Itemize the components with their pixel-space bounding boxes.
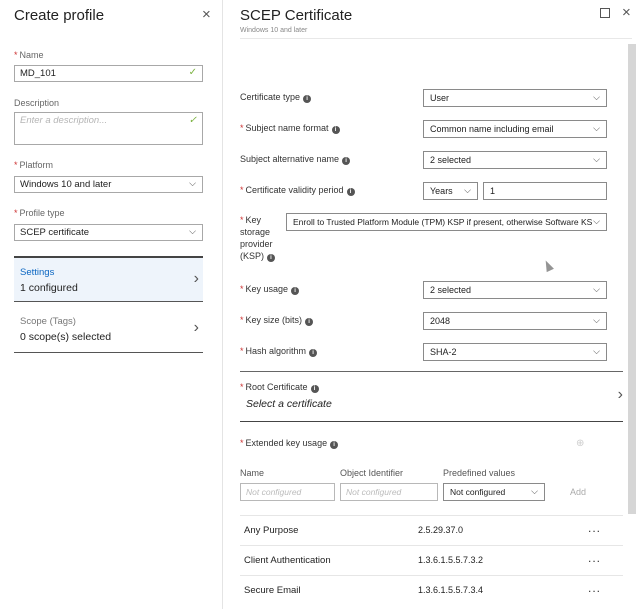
validity-period-label: * Certificate validity period i — [240, 185, 355, 196]
nav-item-scope-tags[interactable]: Scope (Tags) 0 scope(s) selected › — [14, 307, 203, 353]
eku-predefined-select[interactable]: Not configured ⌵ — [443, 483, 545, 501]
check-icon: ✓ — [188, 67, 197, 78]
chevron-down-icon: ⌵ — [593, 315, 600, 325]
key-usage-label: * Key usage i — [240, 284, 300, 295]
info-icon[interactable]: i — [303, 95, 312, 103]
header-divider — [240, 38, 632, 39]
check-icon: ✓ — [188, 115, 197, 126]
info-icon[interactable]: i — [330, 441, 339, 449]
settings-title: Settings — [20, 267, 55, 278]
profile-type-label: * Profile type — [14, 208, 65, 218]
column-header-oid: Object Identifier — [340, 468, 404, 478]
hash-algorithm-label: * Hash algorithm i — [240, 346, 318, 357]
create-profile-title: Create profile — [14, 7, 105, 24]
eku-row-name: Secure Email — [244, 585, 301, 596]
chevron-down-icon: ⌵ — [593, 154, 600, 164]
settings-status: 1 configured — [20, 282, 78, 294]
scope-status: 0 scope(s) selected — [20, 331, 112, 343]
key-size-select[interactable]: 2048 ⌵ — [423, 312, 607, 330]
more-icon[interactable]: ... — [588, 551, 601, 565]
info-icon[interactable]: i — [310, 385, 319, 393]
scope-title: Scope (Tags) — [20, 316, 76, 327]
close-icon[interactable]: × — [622, 4, 631, 21]
eku-row-oid: 1.3.6.1.5.5.7.3.2 — [418, 555, 484, 565]
eku-row-name: Client Authentication — [244, 555, 331, 566]
platform-label: * Platform — [14, 160, 54, 170]
maximize-icon[interactable] — [600, 8, 610, 18]
table-row: Any Purpose 2.5.29.37.0 ... — [240, 515, 623, 545]
create-profile-blade: Create profile × * Name MD_101 ✓ Descript… — [0, 0, 223, 609]
hash-algorithm-select[interactable]: SHA-2 ⌵ — [423, 343, 607, 361]
close-icon[interactable]: × — [202, 6, 211, 23]
nav-item-settings[interactable]: Settings 1 configured › — [14, 256, 203, 302]
chevron-right-icon: › — [193, 270, 199, 287]
certificate-type-label: Certificate type i — [240, 92, 312, 103]
name-input[interactable]: MD_101 ✓ — [14, 65, 203, 82]
validity-value-input[interactable]: 1 — [483, 182, 607, 200]
add-eku-button[interactable]: Add — [570, 487, 586, 497]
table-row: Secure Email 1.3.6.1.5.5.7.3.4 ... — [240, 575, 623, 605]
chevron-down-icon: ⌵ — [189, 178, 196, 188]
column-header-name: Name — [240, 468, 265, 478]
name-label: * Name — [14, 50, 44, 60]
chevron-right-icon: › — [193, 319, 199, 336]
scep-certificate-blade: SCEP Certificate Windows 10 and later × … — [224, 0, 640, 609]
scep-certificate-title: SCEP Certificate — [240, 7, 353, 24]
table-row: Client Authentication 1.3.6.1.5.5.7.3.2 … — [240, 545, 623, 575]
chevron-down-icon: ⌵ — [593, 284, 600, 294]
subject-name-format-select[interactable]: Common name including email ⌵ — [423, 120, 607, 138]
scrollbar[interactable] — [628, 44, 636, 514]
info-icon[interactable]: i — [309, 349, 318, 357]
eku-row-oid: 1.3.6.1.5.5.7.3.4 — [418, 585, 484, 595]
info-icon[interactable]: i — [267, 254, 276, 262]
subject-alternative-name-select[interactable]: 2 selected ⌵ — [423, 151, 607, 169]
mouse-cursor-icon — [542, 258, 554, 273]
eku-row-name: Any Purpose — [244, 525, 299, 536]
description-label: Description — [14, 98, 60, 108]
description-textarea[interactable]: Enter a description... ✓ — [14, 112, 203, 145]
info-icon[interactable]: i — [346, 188, 355, 196]
more-icon[interactable]: ... — [588, 581, 601, 595]
info-icon[interactable]: i — [291, 287, 300, 295]
chevron-down-icon: ⌵ — [593, 346, 600, 356]
chevron-down-icon: ⌵ — [189, 226, 196, 236]
subject-name-format-label: * Subject name format i — [240, 123, 340, 134]
platform-select[interactable]: Windows 10 and later ⌵ — [14, 176, 203, 193]
chevron-down-icon: ⌵ — [593, 92, 600, 102]
scep-certificate-subtitle: Windows 10 and later — [240, 27, 308, 34]
faded-icon: ⊕ — [576, 438, 585, 449]
ksp-select[interactable]: Enroll to Trusted Platform Module (TPM) … — [286, 213, 607, 231]
key-usage-select[interactable]: 2 selected ⌵ — [423, 281, 607, 299]
root-certificate-placeholder: Select a certificate — [246, 398, 332, 410]
eku-row-oid: 2.5.29.37.0 — [418, 525, 464, 535]
eku-name-input[interactable]: Not configured — [240, 483, 335, 501]
extended-key-usage-label: * Extended key usage i — [240, 438, 339, 449]
root-certificate-picker[interactable]: * Root Certificate i Select a certificate … — [240, 371, 623, 422]
ksp-label: * Key storage provider (KSP) i — [240, 214, 286, 262]
chevron-down-icon: ⌵ — [464, 185, 471, 195]
chevron-down-icon: ⌵ — [531, 486, 538, 496]
info-icon[interactable]: i — [331, 126, 340, 134]
subject-alternative-name-label: Subject alternative name i — [240, 154, 351, 165]
root-certificate-label: * Root Certificate i — [240, 382, 319, 393]
chevron-down-icon: ⌵ — [593, 123, 600, 133]
certificate-type-select[interactable]: User ⌵ — [423, 89, 607, 107]
profile-type-select[interactable]: SCEP certificate ⌵ — [14, 224, 203, 241]
eku-oid-input[interactable]: Not configured — [340, 483, 438, 501]
key-size-label: * Key size (bits) i — [240, 315, 314, 326]
info-icon[interactable]: i — [342, 157, 351, 165]
chevron-right-icon: › — [617, 386, 623, 403]
more-icon[interactable]: ... — [588, 521, 601, 535]
validity-unit-select[interactable]: Years ⌵ — [423, 182, 478, 200]
chevron-down-icon: ⌵ — [593, 216, 600, 227]
info-icon[interactable]: i — [305, 318, 314, 326]
column-header-predefined: Predefined values — [443, 468, 516, 478]
